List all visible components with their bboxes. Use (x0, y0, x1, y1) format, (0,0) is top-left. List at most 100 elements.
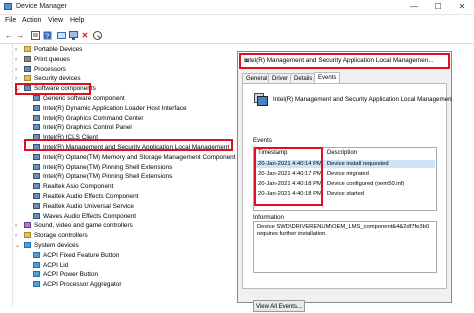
tree-item[interactable]: › Storage controllers (15, 232, 88, 240)
forward-icon[interactable]: → (15, 31, 25, 41)
menu-bar: File Action View Help (0, 15, 474, 28)
device-manager-icon (4, 3, 12, 10)
event-row[interactable]: 20-Jan-2021 4:40:18 PM Device configured … (255, 180, 435, 188)
tree-item-label: Intel(R) Optane(TM) Pinning Shell Extens… (43, 173, 173, 181)
print-icon (24, 55, 31, 62)
monitor-icon[interactable] (68, 31, 78, 41)
tree-item[interactable]: Intel(R) Optane(TM) Pinning Shell Extens… (33, 163, 172, 172)
expand-icon[interactable]: › (15, 66, 17, 74)
sys-icon (33, 271, 40, 278)
tab-events[interactable]: Events (314, 72, 341, 83)
collapse-icon[interactable]: ⌄ (15, 85, 20, 93)
close-button[interactable]: ✕ (450, 0, 474, 14)
tree-item[interactable]: Waves Audio Effects Component (33, 212, 136, 221)
tree-item[interactable]: › Portable Devices (15, 46, 82, 54)
tree-item[interactable]: Intel(R) Management and Security Applica… (33, 144, 229, 152)
tree-item[interactable]: Intel(R) ICLS Client (33, 134, 98, 142)
view-all-events-button[interactable]: View All Events... (253, 300, 305, 312)
properties-dialog: Intel(R) Management and Security Applica… (237, 51, 454, 312)
expand-icon[interactable]: › (15, 56, 17, 64)
minimize-button[interactable]: — (402, 0, 426, 14)
info-line: requires further installation. (257, 231, 327, 237)
tree-item-label: Storage controllers (34, 232, 88, 240)
tree-item-label: ACPI Power Button (43, 271, 99, 279)
tree-item-label: Intel(R) ICLS Client (43, 134, 99, 142)
event-timestamp: 20-Jan-2021 4:40:17 PM (258, 171, 322, 177)
menu-file[interactable]: File (5, 17, 16, 24)
expand-icon[interactable]: › (15, 46, 17, 54)
chip-icon (33, 153, 40, 160)
event-description: Device configured (oem50.inf) (327, 181, 405, 187)
tree-item[interactable]: Generic software component (33, 95, 125, 103)
chip-icon (24, 65, 31, 72)
event-row[interactable]: 20-Jan-2021 4:40:17 PM Device migrated (255, 170, 435, 178)
tree-item[interactable]: Intel(R) Optane(TM) Memory and Storage M… (33, 153, 236, 162)
tree-item[interactable]: › Processors (15, 65, 66, 74)
tab-general[interactable]: General (242, 73, 272, 83)
tree-item-label: Print queues (34, 55, 70, 63)
tree-item[interactable]: ⌄ System devices (15, 242, 79, 250)
back-icon[interactable]: ← (4, 31, 14, 41)
chip-icon (24, 85, 31, 92)
event-row[interactable]: 20-Jan-2021 4:40:14 PM Device install req… (255, 160, 435, 168)
tree-item-label: Security devices (34, 75, 81, 83)
menu-action[interactable]: Action (22, 17, 41, 24)
events-table[interactable]: Timestamp Description 20-Jan-2021 4:40:1… (253, 147, 437, 211)
tree-item[interactable]: › Security devices (15, 75, 81, 83)
chip-icon (33, 163, 40, 170)
tree-item[interactable]: ACPI Processor Aggregator (33, 281, 122, 289)
help-icon[interactable]: ? (42, 31, 52, 41)
col-timestamp[interactable]: Timestamp (258, 150, 287, 156)
event-row[interactable]: 20-Jan-2021 4:40:18 PM Device started (255, 190, 435, 198)
tree-item[interactable]: Intel(R) Graphics Control Panel (33, 124, 132, 132)
chip-icon (33, 183, 40, 190)
tab-driver[interactable]: Driver (268, 73, 292, 83)
chip-icon (33, 134, 40, 141)
tree-item[interactable]: ACPI Fixed Feature Button (33, 251, 119, 260)
information-label: Information (253, 214, 284, 221)
close-icon[interactable]: ✕ (244, 57, 448, 65)
expand-icon[interactable]: › (15, 75, 17, 83)
expand-icon[interactable]: › (15, 222, 17, 230)
tree-item[interactable]: ACPI Lid (33, 261, 69, 270)
tree-item-label: Processors (34, 65, 66, 73)
tree-item-label: Intel(R) Graphics Command Center (43, 114, 144, 122)
device-name: Intel(R) Management and Security Applica… (273, 96, 454, 103)
svg-text:?: ? (45, 33, 49, 40)
event-timestamp: 20-Jan-2021 4:40:18 PM (258, 191, 322, 197)
properties-icon[interactable] (30, 31, 40, 41)
tree-item-label: Intel(R) Graphics Control Panel (43, 124, 132, 132)
tree-item[interactable]: Intel(R) Graphics Command Center (33, 114, 144, 123)
tab-details[interactable]: Details (290, 73, 317, 83)
tree-item-label: System devices (34, 242, 79, 249)
menu-help[interactable]: Help (70, 17, 84, 24)
tree-item[interactable]: › Print queues (15, 55, 70, 64)
tree-item-label: Intel(R) Management and Security Applica… (43, 144, 230, 151)
event-timestamp: 20-Jan-2021 4:40:18 PM (258, 181, 322, 187)
chip-icon (33, 104, 40, 111)
tree-item-label: Intel(R) Optane(TM) Memory and Storage M… (43, 153, 236, 161)
tree-item[interactable]: Realtek Asio Component (33, 183, 113, 191)
tree-item[interactable]: Realtek Audio Effects Component (33, 193, 138, 201)
chip-icon (33, 193, 40, 199)
tree-item[interactable]: Intel(R) Optane(TM) Pinning Shell Extens… (33, 173, 172, 181)
collapse-icon[interactable]: ⌄ (15, 242, 20, 250)
update-driver-icon[interactable] (56, 31, 66, 41)
menu-view[interactable]: View (48, 17, 63, 24)
expand-icon[interactable]: › (15, 232, 17, 240)
uninstall-icon[interactable]: ✕ (80, 31, 90, 41)
tree-item[interactable]: Intel(R) Dynamic Application Loader Host… (33, 104, 187, 113)
dialog-title-bar: Intel(R) Management and Security Applica… (238, 52, 451, 69)
tree-item[interactable]: ⌄ Software components (15, 85, 96, 93)
col-description[interactable]: Description (327, 150, 357, 156)
sys-icon (33, 251, 40, 258)
tree-item[interactable]: Realtek Audio Universal Service (33, 202, 134, 211)
toolbar: ← → ? ✕ (0, 29, 474, 44)
sys-icon (33, 261, 40, 268)
scan-icon[interactable] (92, 31, 102, 41)
maximize-button[interactable]: ☐ (426, 0, 450, 14)
tree-item[interactable]: ACPI Power Button (33, 271, 98, 279)
chip-icon (33, 144, 40, 150)
tree-item-label: ACPI Lid (43, 261, 69, 269)
tree-item[interactable]: › Sound, video and game controllers (15, 222, 133, 230)
